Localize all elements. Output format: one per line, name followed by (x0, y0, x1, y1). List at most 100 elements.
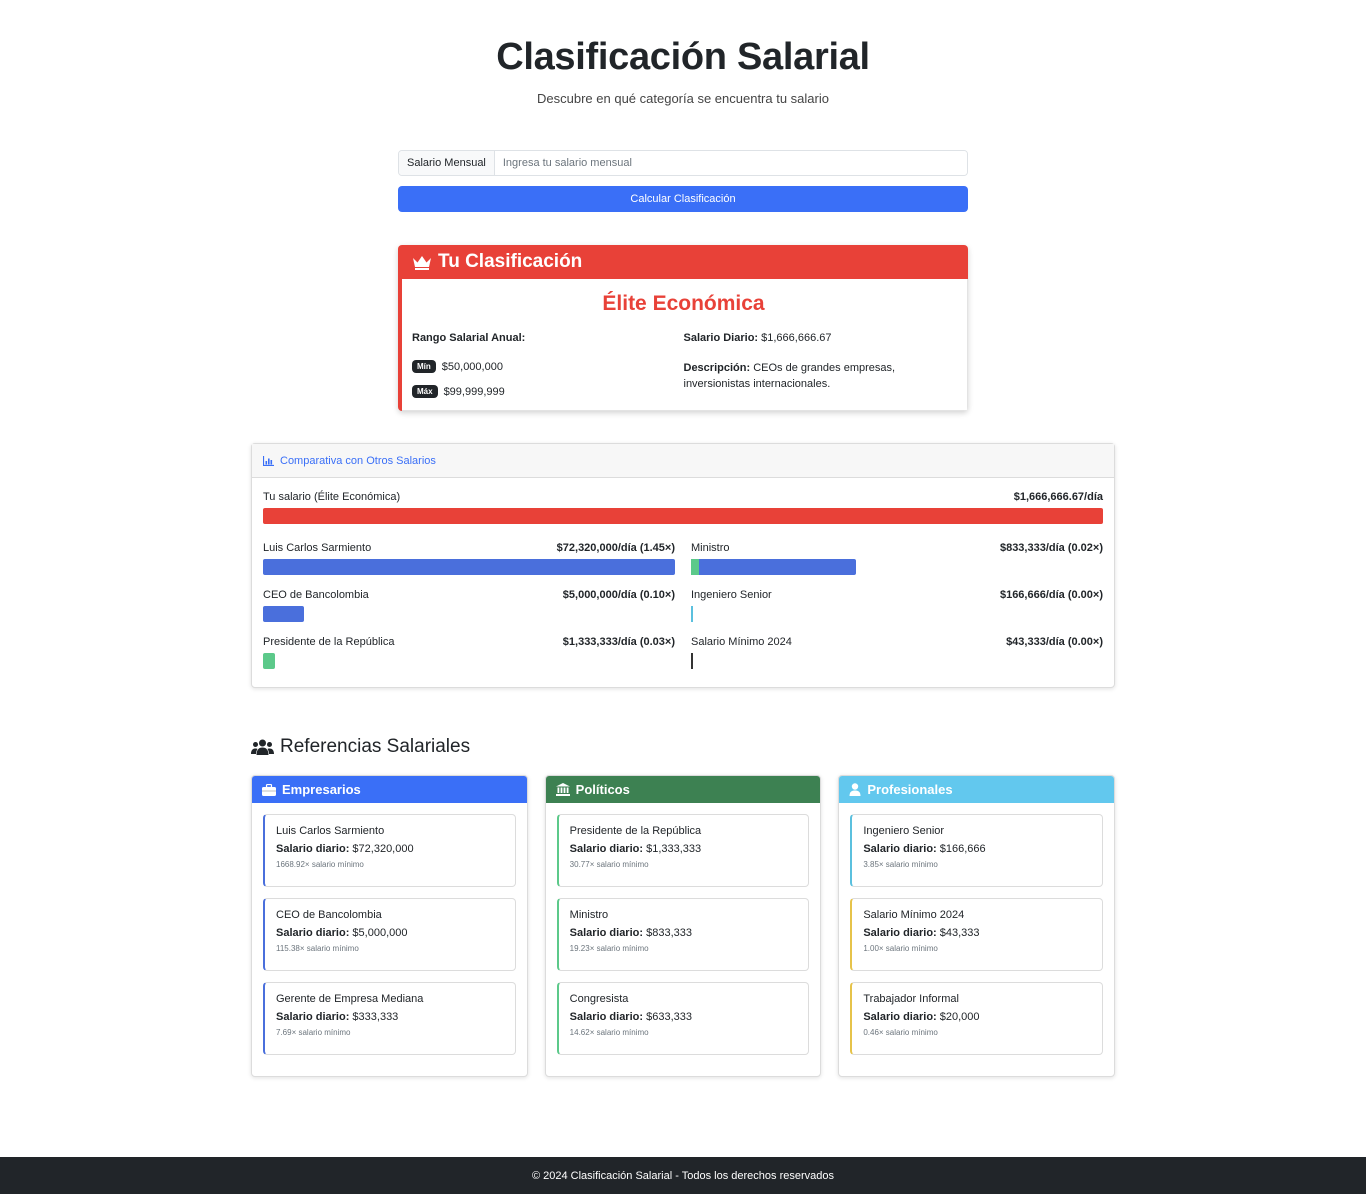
reference-card-title: Empresarios (282, 782, 361, 797)
reference-item-multiplier: 1668.92× salario mínimo (276, 860, 364, 869)
comparison-row-label: Luis Carlos Sarmiento (263, 542, 372, 554)
comparison-row-label: Salario Mínimo 2024 (691, 636, 792, 648)
comparison-card: Comparativa con Otros Salarios Tu salari… (251, 443, 1115, 688)
comparison-bar (263, 559, 675, 575)
reference-item-multiplier: 7.69× salario mínimo (276, 1028, 351, 1037)
max-badge: Máx (412, 385, 438, 398)
reference-item: Ministro Salario diario: $833,333 19.23× s… (556, 898, 810, 971)
page-title: Clasificación Salarial (496, 36, 870, 78)
range-label: Rango Salarial Anual: (412, 332, 526, 344)
comparison-row-label: Ingeniero Senior (691, 589, 772, 601)
user-icon (849, 783, 861, 796)
reference-item: Presidente de la República Salario diario… (556, 814, 810, 887)
max-value: $99,999,999 (443, 385, 505, 398)
reference-item-daily-value: $333,333 (352, 1011, 399, 1023)
comparison-bar (263, 606, 305, 622)
your-salary-bar (263, 508, 1103, 524)
comparison-row-label: CEO de Bancolombia (263, 589, 369, 601)
comparison-row-label: Presidente de la República (263, 636, 395, 648)
comparison-row: Presidente de la República $1,333,333/día… (263, 636, 675, 669)
reference-item-multiplier: 30.77× salario mínimo (569, 860, 649, 869)
reference-item-daily-value: $20,000 (939, 1011, 980, 1023)
daily-and-description: Salario Diario: $1,666,666.67 Descripció… (684, 332, 956, 398)
comparison-bar (691, 606, 694, 622)
chart-icon (263, 455, 274, 466)
reference-item: Congresista Salario diario: $633,333 14.62… (556, 982, 810, 1055)
reference-item-name: Luis Carlos Sarmiento (276, 825, 385, 837)
salary-input[interactable] (494, 151, 967, 175)
reference-item-daily-label: Salario diario: (863, 927, 937, 939)
reference-item-daily-value: $633,333 (646, 1011, 692, 1023)
comparison-bar-marker (691, 559, 699, 575)
comparison-row: Luis Carlos Sarmiento $72,320,000/día (1.… (263, 542, 675, 575)
reference-item-daily-label: Salario diario: (276, 1011, 350, 1023)
your-salary-value: $1,666,666.67/día (1013, 491, 1103, 503)
daily-value: $1,666,666.67 (761, 332, 832, 344)
salary-form: Salario Mensual Calcular Clasificación (398, 150, 968, 212)
reference-item-daily-label: Salario diario: (569, 843, 644, 855)
footer: © 2024 Clasificación Salarial - Todos lo… (0, 1157, 1366, 1194)
description-label: Descripción: (683, 362, 751, 374)
page-subtitle: Descubre en qué categoría se encuentra t… (537, 91, 829, 106)
briefcase-icon (262, 783, 276, 796)
reference-card-empresarios: Empresarios Luis Carlos Sarmiento Salario … (251, 775, 528, 1077)
comparison-header-label: Comparativa con Otros Salarios (280, 454, 436, 467)
comparison-bar (691, 559, 856, 575)
reference-card-title: Políticos (575, 782, 630, 797)
reference-item-name: Salario Mínimo 2024 (863, 909, 965, 921)
classification-category: Élite Económica (602, 292, 765, 315)
salary-input-label: Salario Mensual (399, 151, 495, 175)
reference-item-daily-value: $1,333,333 (646, 843, 702, 855)
reference-item-name: Ingeniero Senior (863, 825, 945, 837)
reference-card-profesionales: Profesionales Ingeniero Senior Salario dia… (838, 775, 1116, 1077)
comparison-bar (691, 653, 693, 669)
reference-item-name: Gerente de Empresa Mediana (276, 993, 424, 1005)
reference-card-politicos: Políticos Presidente de la República Salar… (544, 775, 822, 1077)
reference-item-daily-label: Salario diario: (276, 927, 350, 939)
annual-range: Rango Salarial Anual: Mín $50,000,000 Má… (412, 332, 684, 398)
reference-item-multiplier: 1.00× salario mínimo (863, 944, 938, 953)
salary-references: Referencias Salariales Empresarios Luis C… (251, 736, 1116, 1077)
comparison-bar (263, 653, 276, 669)
reference-card-header: Profesionales (839, 776, 1115, 803)
classification-header-label: Tu Clasificación (438, 251, 583, 272)
reference-item-daily-label: Salario diario: (276, 843, 350, 855)
reference-item-daily-label: Salario diario: (569, 927, 644, 939)
users-icon (251, 739, 274, 756)
comparison-row-value: $5,000,000/día (0.10×) (562, 589, 675, 601)
comparison-row: Salario Mínimo 2024 $43,333/día (0.00×) (691, 636, 1103, 669)
reference-item: Trabajador Informal Salario diario: $20,0… (850, 982, 1104, 1055)
reference-item-multiplier: 115.38× salario mínimo (276, 944, 359, 953)
reference-item-daily-value: $72,320,000 (352, 843, 414, 855)
min-value: $50,000,000 (441, 360, 503, 373)
calculate-button[interactable]: Calcular Clasificación (398, 186, 968, 212)
your-salary-row: Tu salario (Élite Económica) $1,666,666.… (263, 491, 1103, 524)
your-salary-label: Tu salario (Élite Económica) (263, 491, 401, 503)
salary-input-group: Salario Mensual (398, 150, 968, 176)
reference-item-daily-value: $43,333 (939, 927, 980, 939)
classification-card: Tu Clasificación Élite Económica Rango S… (398, 245, 968, 411)
reference-item-daily-label: Salario diario: (569, 1011, 644, 1023)
reference-item-multiplier: 0.46× salario mínimo (863, 1028, 938, 1037)
reference-item-daily-label: Salario diario: (863, 1011, 937, 1023)
reference-item-multiplier: 19.23× salario mínimo (569, 944, 649, 953)
comparison-row-value: $1,333,333/día (0.03×) (562, 636, 675, 648)
reference-item-name: Presidente de la República (569, 825, 702, 837)
comparison-row-value: $43,333/día (0.00×) (1006, 636, 1103, 648)
comparison-row: Ingeniero Senior $166,666/día (0.00×) (691, 589, 1103, 622)
comparison-header: Comparativa con Otros Salarios (252, 444, 1114, 478)
comparison-row-value: $166,666/día (0.00×) (999, 589, 1103, 601)
reference-item: CEO de Bancolombia Salario diario: $5,000… (263, 898, 516, 971)
crown-icon (412, 254, 432, 270)
footer-text: © 2024 Clasificación Salarial - Todos lo… (531, 1169, 834, 1182)
reference-card-title: Profesionales (867, 782, 953, 797)
comparison-row: Ministro $833,333/día (0.02×) (691, 542, 1103, 575)
reference-item-daily-value: $5,000,000 (352, 927, 408, 939)
reference-item-multiplier: 14.62× salario mínimo (569, 1028, 649, 1037)
reference-item-daily-value: $833,333 (646, 927, 692, 939)
comparison-row: CEO de Bancolombia $5,000,000/día (0.10×) (263, 589, 675, 622)
reference-item-multiplier: 3.85× salario mínimo (863, 860, 938, 869)
landmark-icon (555, 783, 570, 796)
reference-item-name: Trabajador Informal (863, 993, 959, 1005)
references-title: Referencias Salariales (280, 736, 471, 757)
